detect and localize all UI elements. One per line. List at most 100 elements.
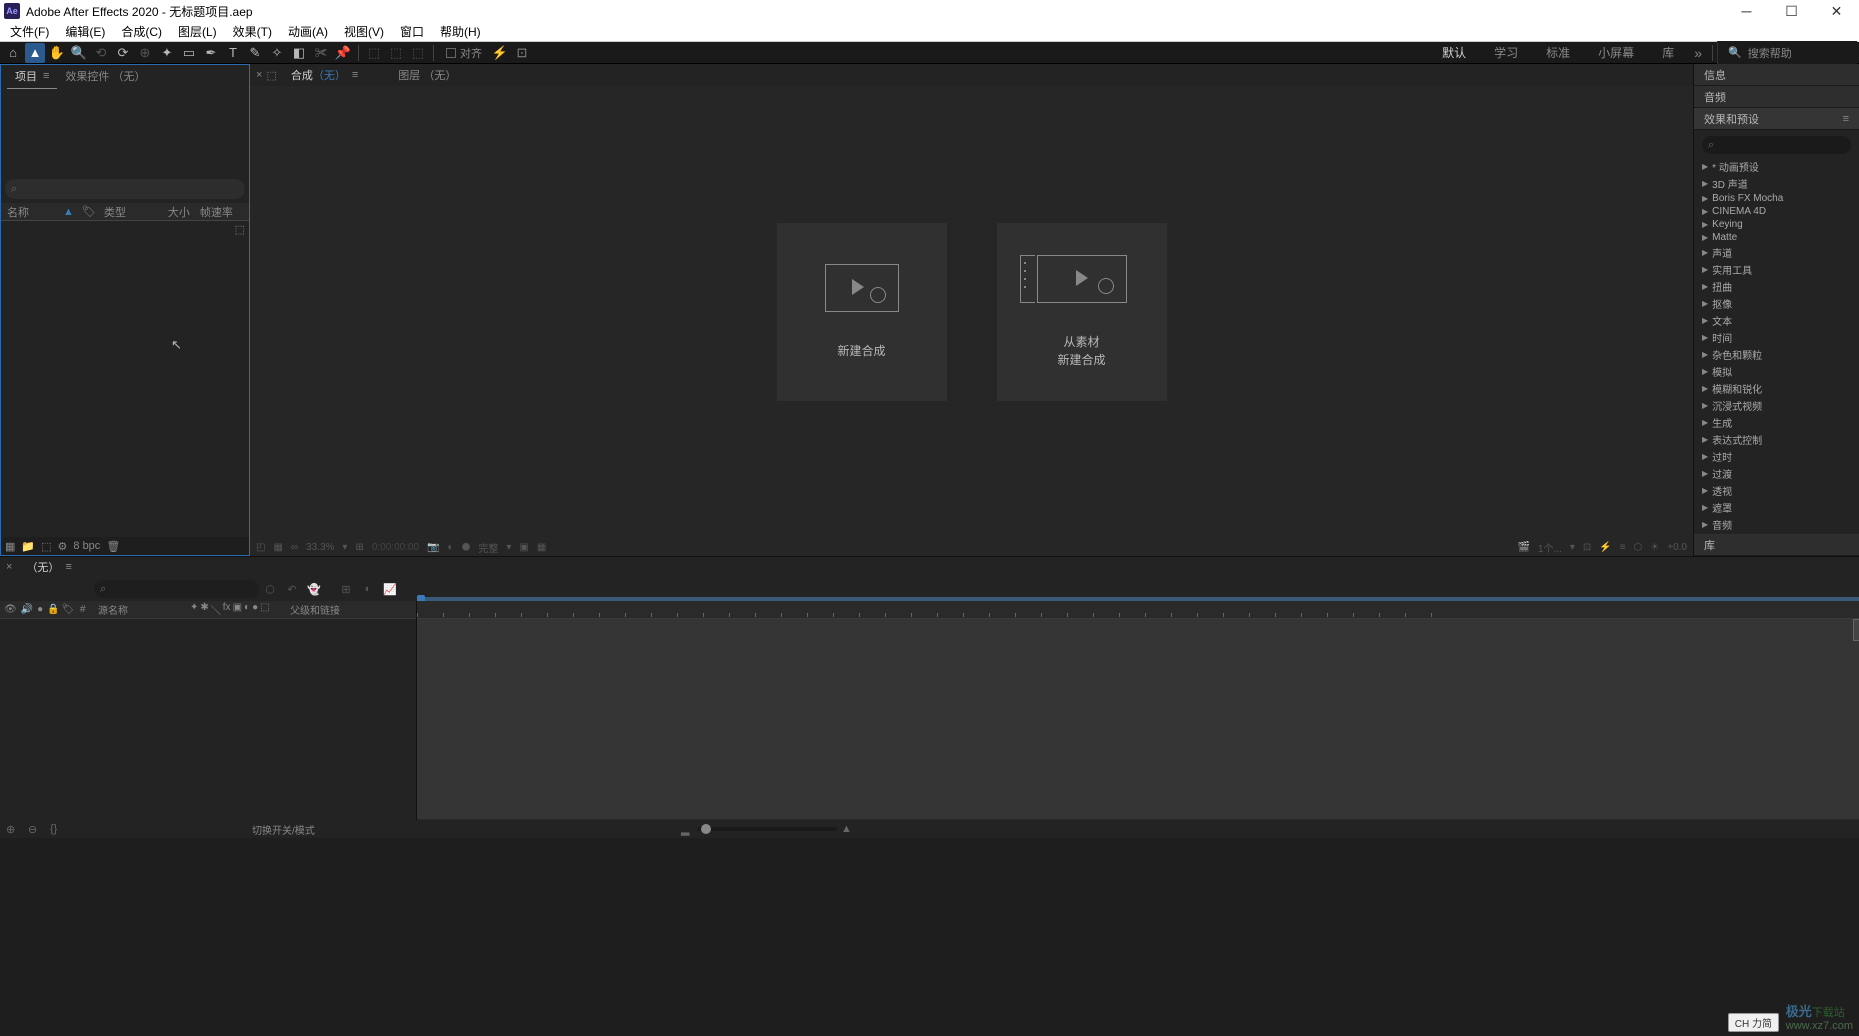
effect-category-item[interactable]: ▶声道 [1698,244,1855,261]
snapshot-icon[interactable]: 📷 [427,542,439,553]
solo-column-icon[interactable]: ● [37,604,43,615]
snap-toggle[interactable]: 对齐 [446,45,482,61]
exposure-value[interactable]: +0.0 [1667,542,1687,553]
menu-help[interactable]: 帮助(H) [432,21,489,42]
tab-project[interactable]: 项目 ≡ [7,64,57,89]
grid-icon[interactable]: ⊞ [355,542,363,553]
hand-tool-icon[interactable]: ✋ [47,43,67,63]
new-comp-icon[interactable]: ⬚ [41,540,51,553]
parent-column[interactable]: 父级和链接 [286,602,340,617]
video-column-icon[interactable]: 👁 [4,604,17,615]
effect-category-item[interactable]: ▶沉浸式视频 [1698,397,1855,414]
rotate-tool-icon[interactable]: ⟳ [113,43,133,63]
view-dropdown-icon[interactable]: ▾ [1570,542,1575,553]
new-folder-icon[interactable]: 📁 [21,540,35,553]
active-camera-icon[interactable]: 🎬 [1517,542,1529,553]
view-count[interactable]: 1个... [1538,540,1562,555]
effect-category-item[interactable]: ▶杂色和颗粒 [1698,346,1855,363]
orbit-tool-icon[interactable]: ⟲ [91,43,111,63]
interpret-icon[interactable]: ▦ [5,540,15,553]
toggle-modes-icon[interactable]: ⊖ [28,823,46,836]
menu-window[interactable]: 窗口 [392,21,432,42]
timeline-zoom-slider[interactable]: ▂ ▲ [681,823,853,836]
shy-icon[interactable]: 👻 [305,580,323,598]
res-dropdown-icon[interactable]: ▾ [506,542,511,553]
audio-column-icon[interactable]: 🔊 [21,604,33,615]
effect-category-item[interactable]: ▶过时 [1698,448,1855,465]
project-items-list[interactable]: ⬚ ↖ [1,221,249,537]
effect-category-item[interactable]: ▶过渡 [1698,465,1855,482]
panel-menu-icon[interactable]: ≡ [43,70,49,82]
selection-tool-icon[interactable]: ▲ [25,43,45,63]
panel-effects-presets[interactable]: 效果和预设 ≡ [1694,108,1859,130]
workspace-default[interactable]: 默认 [1428,40,1480,65]
zoom-tool-icon[interactable]: 🔍 [69,43,89,63]
time-ruler[interactable] [417,601,1859,619]
ime-indicator[interactable]: CH 力简 [1728,1013,1779,1032]
panel-menu-icon[interactable]: ≡ [352,69,358,81]
effect-category-item[interactable]: ▶Matte [1698,231,1855,244]
panel-audio[interactable]: 音频 [1694,86,1859,108]
timeline-tracks-area[interactable] [417,601,1859,820]
effect-category-item[interactable]: ▶Boris FX Mocha [1698,192,1855,205]
timeline-resize-handle[interactable] [1853,619,1859,641]
view-axis-icon[interactable]: ⬚ [408,43,428,63]
frame-blend-icon[interactable]: ⊞ [337,580,355,598]
draft-3d-icon[interactable]: ↶ [283,580,301,598]
transparency-icon[interactable]: ▦ [537,542,546,553]
effect-category-item[interactable]: ▶表达式控制 [1698,431,1855,448]
new-comp-from-material-button[interactable]: 从素材 新建合成 [997,223,1167,401]
effects-search-input[interactable]: ⌕ [1702,136,1851,154]
zoom-dropdown-icon[interactable]: ▾ [342,542,347,553]
panel-library[interactable]: 库 [1694,534,1859,556]
color-mgmt-icon[interactable]: ⬣ [462,542,471,553]
local-axis-icon[interactable]: ⬚ [364,43,384,63]
zoom-level[interactable]: 33.3% [306,542,334,553]
sort-arrow-icon[interactable]: ▲ [63,206,74,218]
panel-menu-icon[interactable]: ≡ [1843,113,1849,125]
minimize-button[interactable]: ─ [1724,0,1769,22]
rectangle-tool-icon[interactable]: ▭ [179,43,199,63]
col-name[interactable]: 名称 [7,204,39,220]
menu-composition[interactable]: 合成(C) [113,21,170,42]
interpret-footage-icon[interactable]: ⬚ [235,223,245,236]
menu-edit[interactable]: 编辑(E) [57,21,113,42]
timeline-icon[interactable]: ≡ [1620,542,1626,553]
effect-category-item[interactable]: ▶文本 [1698,312,1855,329]
effect-category-item[interactable]: ▶模糊和锐化 [1698,380,1855,397]
tab-timeline-none[interactable]: （无） ≡ [18,556,79,578]
menu-view[interactable]: 视图(V) [336,21,392,42]
tab-composition[interactable]: 合成 （无） ≡ [281,63,368,88]
effect-category-item[interactable]: ▶模拟 [1698,363,1855,380]
motion-blur-icon[interactable]: ◐ [359,580,377,598]
source-name-column[interactable]: 源名称 [94,602,186,617]
fast-previews-icon[interactable]: ⚡ [1599,542,1611,553]
home-tool-icon[interactable]: ⌂ [3,43,23,63]
effect-category-item[interactable]: ▶透视 [1698,482,1855,499]
effect-category-item[interactable]: ▶Keying [1698,218,1855,231]
bpc-label[interactable]: 8 bpc [73,540,100,552]
close-tab-icon[interactable]: × [256,69,262,81]
trash-icon[interactable]: 🗑 [106,540,120,553]
resolution-icon[interactable]: ∞ [291,542,298,553]
timeline-search-input[interactable]: ⌕ [94,580,259,598]
eraser-tool-icon[interactable]: ◧ [289,43,309,63]
world-axis-icon[interactable]: ⬚ [386,43,406,63]
effect-category-item[interactable]: ▶扭曲 [1698,278,1855,295]
effect-category-item[interactable]: ▶生成 [1698,414,1855,431]
timecode[interactable]: 0:00:00:00 [372,542,419,553]
show-channel-icon[interactable]: ◐ [448,542,454,553]
snap-option2-icon[interactable]: ⊡ [512,43,532,63]
close-timeline-tab-icon[interactable]: × [6,561,12,573]
new-composition-button[interactable]: 新建合成 [777,223,947,401]
brush-tool-icon[interactable]: ✎ [245,43,265,63]
effect-category-item[interactable]: ▶遮罩 [1698,499,1855,516]
puppet-tool-icon[interactable]: 📌 [333,43,353,63]
toggle-switches-icon[interactable]: ⊕ [6,823,24,836]
resolution-label[interactable]: 完整 [478,540,498,555]
project-search-input[interactable]: ⌕ [5,179,245,199]
effect-category-item[interactable]: ▶实用工具 [1698,261,1855,278]
menu-layer[interactable]: 图层(L) [170,21,225,42]
workspace-library[interactable]: 库 [1648,40,1688,65]
maximize-button[interactable]: ☐ [1769,0,1814,22]
